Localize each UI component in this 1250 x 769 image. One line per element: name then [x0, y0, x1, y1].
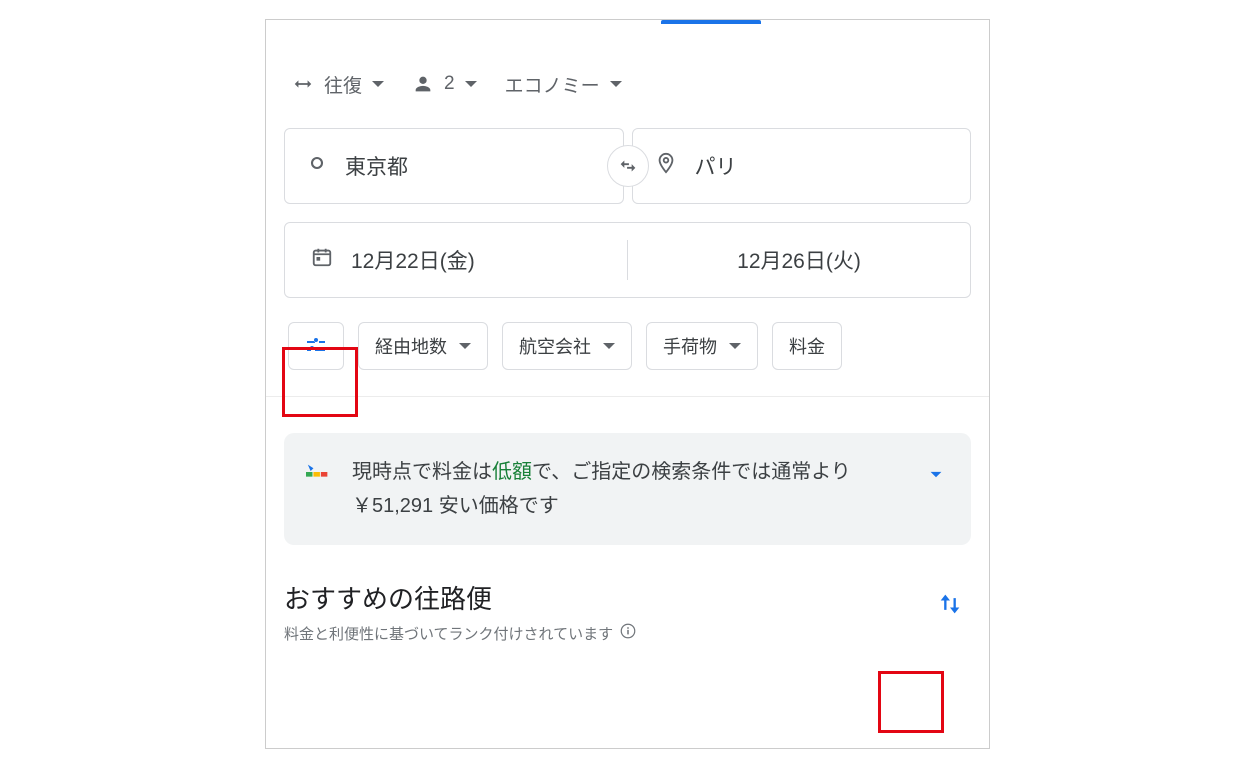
recommended-titles: おすすめの往路便 料金と利便性に基づいてランク付けされています — [284, 579, 637, 644]
recommended-subtitle-row: 料金と利便性に基づいてランク付けされています — [284, 622, 637, 644]
filter-bags-chip[interactable]: 手荷物 — [646, 322, 758, 370]
info-icon[interactable] — [619, 622, 637, 644]
return-date-input[interactable]: 12月26日(火) — [628, 223, 970, 297]
origin-input[interactable]: 東京都 — [284, 128, 624, 204]
caret-down-icon — [729, 343, 741, 349]
caret-down-icon — [610, 81, 622, 87]
caret-down-icon — [465, 81, 477, 87]
flight-search-panel: 往復 2 エコノミー 東京都 — [265, 19, 990, 749]
depart-date-input[interactable]: 12月22日(金) — [285, 223, 627, 297]
section-divider — [266, 396, 989, 397]
price-text-suffix: 安い価格です — [439, 495, 559, 517]
all-filters-button[interactable] — [288, 322, 344, 370]
filter-price-chip[interactable]: 料金 — [772, 322, 842, 370]
price-insight-text: 現時点で料金は低額で、ご指定の検索条件では通常より ￥51,291 安い価格です — [352, 455, 903, 523]
destination-input[interactable]: パリ — [632, 128, 972, 204]
filter-bags-label: 手荷物 — [663, 333, 717, 359]
price-text-mid: で、ご指定の検索条件では通常より — [532, 461, 851, 483]
trip-type-selector[interactable]: 往復 — [292, 71, 384, 98]
cabin-label: エコノミー — [505, 71, 600, 98]
trip-type-label: 往復 — [324, 71, 362, 98]
caret-down-icon — [372, 81, 384, 87]
caret-down-icon — [459, 343, 471, 349]
recommended-subtitle: 料金と利便性に基づいてランク付けされています — [284, 623, 613, 644]
origin-value: 東京都 — [345, 151, 408, 181]
caret-down-icon — [603, 343, 615, 349]
destination-value: パリ — [695, 151, 737, 181]
tune-icon — [304, 334, 328, 358]
price-text-prefix: 現時点で料金は — [352, 461, 492, 483]
active-tab-indicator — [661, 20, 761, 24]
filter-stops-chip[interactable]: 経由地数 — [358, 322, 488, 370]
person-icon — [412, 73, 434, 95]
sort-button[interactable] — [929, 583, 971, 625]
price-amount: ￥51,291 — [352, 495, 433, 517]
trip-options-row: 往復 2 エコノミー — [266, 20, 989, 110]
return-date-value: 12月26日(火) — [737, 245, 861, 275]
recommended-title: おすすめの往路便 — [284, 579, 637, 616]
passengers-count: 2 — [444, 73, 455, 95]
origin-icon — [307, 153, 327, 179]
depart-date-value: 12月22日(金) — [351, 245, 475, 275]
filter-stops-label: 経由地数 — [375, 333, 447, 359]
recommended-header: おすすめの往路便 料金と利便性に基づいてランク付けされています — [284, 579, 971, 644]
pin-icon — [655, 152, 677, 180]
locations-row: 東京都 パリ — [284, 128, 971, 204]
dates-row: 12月22日(金) 12月26日(火) — [284, 222, 971, 298]
cabin-selector[interactable]: エコノミー — [505, 71, 622, 98]
filters-row: 経由地数 航空会社 手荷物 料金 — [266, 298, 989, 396]
filter-price-label: 料金 — [789, 333, 825, 359]
expand-chevron-icon — [923, 461, 949, 492]
price-gauge-icon — [306, 459, 332, 485]
swap-arrows-icon — [617, 155, 639, 177]
swap-locations-button[interactable] — [607, 145, 649, 187]
swap-horiz-icon — [292, 73, 314, 95]
filter-airlines-label: 航空会社 — [519, 333, 591, 359]
price-status: 低額 — [492, 461, 532, 483]
filter-airlines-chip[interactable]: 航空会社 — [502, 322, 632, 370]
sort-arrows-icon — [936, 590, 964, 618]
passengers-selector[interactable]: 2 — [412, 73, 477, 95]
price-insight-card[interactable]: 現時点で料金は低額で、ご指定の検索条件では通常より ￥51,291 安い価格です — [284, 433, 971, 545]
calendar-icon — [311, 246, 333, 274]
